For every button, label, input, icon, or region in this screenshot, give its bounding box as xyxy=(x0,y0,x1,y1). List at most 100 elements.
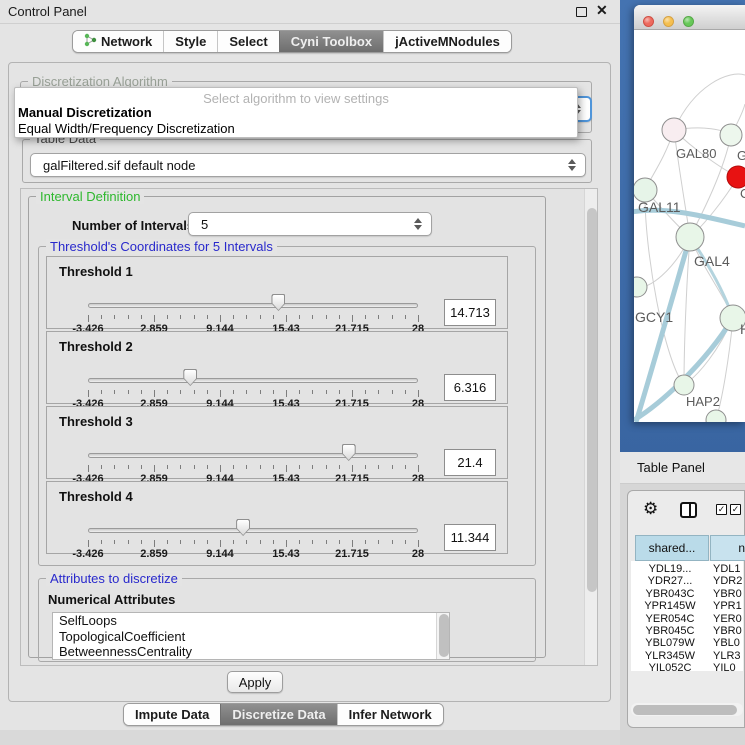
slider-tick xyxy=(246,540,247,544)
node[interactable] xyxy=(676,223,704,251)
dropdown-placeholder: Select algorithm to view settings xyxy=(15,91,577,106)
apply-button[interactable]: Apply xyxy=(227,671,283,693)
tab-select[interactable]: Select xyxy=(217,31,278,52)
column-header-shared[interactable]: shared... xyxy=(635,535,709,561)
table-row[interactable]: YER054CYER0 xyxy=(631,613,743,625)
slider-track[interactable] xyxy=(88,303,418,308)
slider-tick xyxy=(365,465,366,469)
slider-tick xyxy=(101,315,102,319)
table-cell: YDR27... xyxy=(635,575,705,587)
threshold-value-field[interactable]: 6.316 xyxy=(444,374,496,401)
split-columns-icon[interactable] xyxy=(680,502,697,518)
slider-tick xyxy=(207,540,208,544)
slider-tick xyxy=(141,315,142,319)
threshold-value-field[interactable]: 11.344 xyxy=(444,524,496,551)
checked-box-icon[interactable]: ✓ xyxy=(716,504,727,515)
table-hscrollbar-track[interactable] xyxy=(631,703,743,716)
slider-tick xyxy=(154,315,155,322)
slider-tick xyxy=(299,390,300,394)
dropdown-option[interactable]: Equal Width/Frequency Discretization xyxy=(18,121,235,136)
slider-thumb[interactable] xyxy=(236,519,250,536)
table-row[interactable]: YDR27...YDR2 xyxy=(631,575,743,587)
slider-tick-label: 28 xyxy=(412,548,424,560)
tab-label: Network xyxy=(101,34,152,49)
numerical-attributes-list[interactable]: SelfLoopsTopologicalCoefficientBetweenne… xyxy=(52,612,450,660)
combobox-arrows-icon xyxy=(568,159,576,171)
slider-tick xyxy=(167,315,168,319)
table-row[interactable]: YBR045CYBR0 xyxy=(631,625,743,637)
table-row[interactable]: YPR145W YPR1 xyxy=(631,600,743,612)
tab-discretize-data[interactable]: Discretize Data xyxy=(220,704,336,725)
minimize-light[interactable] xyxy=(663,16,674,27)
combobox-arrows-icon xyxy=(414,218,422,230)
table-cell: YPR145W xyxy=(635,600,705,612)
threshold-panel: Threshold 4-3.4262.8599.14415.4321.71528… xyxy=(46,481,508,554)
slider-tick xyxy=(352,465,353,472)
table-rows-area[interactable]: YDL19...YDL1YDR27...YDR2YBR043CYBR0YPR14… xyxy=(631,561,743,671)
interval-definition-group-label: Interval Definition xyxy=(36,189,144,204)
attributes-scrollbar-track[interactable] xyxy=(436,613,449,659)
zoom-light[interactable] xyxy=(683,16,694,27)
number-of-intervals-combobox[interactable]: 5 xyxy=(188,212,432,236)
slider-tick xyxy=(260,540,261,544)
slider-tick xyxy=(326,540,327,544)
node[interactable] xyxy=(720,124,742,146)
checked-box-icon[interactable]: ✓ xyxy=(730,504,741,515)
slider-tick xyxy=(207,465,208,469)
table-row[interactable]: YIL052CYIL0 xyxy=(631,662,743,671)
threshold-value-field[interactable]: 14.713 xyxy=(444,299,496,326)
attribute-list-item[interactable]: TopologicalCoefficient xyxy=(53,629,449,645)
node[interactable] xyxy=(634,277,647,297)
tab-network[interactable]: Network xyxy=(73,31,163,52)
slider-track[interactable] xyxy=(88,528,418,533)
float-panel-icon[interactable] xyxy=(576,7,587,17)
table-cell: YER0 xyxy=(713,613,742,625)
slider-tick xyxy=(141,465,142,469)
screen: Control Panel ✕ NetworkStyleSelectCyni T… xyxy=(0,0,745,745)
node[interactable] xyxy=(674,375,694,395)
node[interactable] xyxy=(662,118,686,142)
node-red[interactable] xyxy=(727,166,745,188)
slider-thumb[interactable] xyxy=(271,294,285,311)
threshold-value-field[interactable]: 21.4 xyxy=(444,449,496,476)
tab-cyni-toolbox[interactable]: Cyni Toolbox xyxy=(279,31,383,52)
slider-tick xyxy=(405,540,406,544)
slider-tick xyxy=(194,540,195,544)
column-header-name[interactable]: na xyxy=(710,535,745,561)
table-data-combobox[interactable]: galFiltered.sif default node xyxy=(30,153,586,177)
tab-label: Select xyxy=(229,34,267,49)
close-icon[interactable]: ✕ xyxy=(596,2,608,19)
tab-jactivemnodules[interactable]: jActiveMNodules xyxy=(383,31,511,52)
attribute-list-item[interactable]: SelfLoops xyxy=(53,613,449,629)
table-row[interactable]: YDL19...YDL1 xyxy=(631,563,743,575)
slider-tick xyxy=(339,390,340,394)
control-panel-tabs: Network Style Select Cyni Toolbox jActiveMNo… xyxy=(72,30,512,53)
attribute-list-item[interactable]: BetweennessCentrality xyxy=(53,644,449,660)
slider-track[interactable] xyxy=(88,453,418,458)
tab-label: Style xyxy=(175,34,206,49)
tab-infer-network[interactable]: Infer Network xyxy=(337,704,443,725)
table-row[interactable]: YBL079WYBL0 xyxy=(631,637,743,649)
slider-tick xyxy=(273,540,274,544)
settings-scrollbar-thumb[interactable] xyxy=(587,208,597,592)
gear-icon[interactable]: ⚙ xyxy=(643,499,658,519)
node[interactable] xyxy=(706,410,726,422)
node-label: GA xyxy=(737,148,745,163)
tab-style[interactable]: Style xyxy=(163,31,217,52)
settings-scrollbar-track[interactable] xyxy=(584,189,597,665)
slider-tick xyxy=(312,390,313,394)
table-row[interactable]: YBR043CYBR0 xyxy=(631,588,743,600)
slider-tick xyxy=(88,390,89,397)
dropdown-option[interactable]: Manual Discretization xyxy=(18,105,152,120)
table-cell: YPR1 xyxy=(713,600,742,612)
slider-thumb[interactable] xyxy=(342,444,356,461)
tab-label: Cyni Toolbox xyxy=(291,34,372,49)
tab-impute-data[interactable]: Impute Data xyxy=(124,704,220,725)
close-light[interactable] xyxy=(643,16,654,27)
slider-thumb[interactable] xyxy=(183,369,197,386)
table-hscrollbar-thumb[interactable] xyxy=(633,705,737,715)
slider-track[interactable] xyxy=(88,378,418,383)
attributes-scrollbar-thumb[interactable] xyxy=(439,614,449,657)
table-row[interactable]: YLR345WYLR3 xyxy=(631,650,743,662)
network-canvas[interactable]: GAL80GACGAL11GAL4GCY1HHAP2 xyxy=(634,30,745,422)
